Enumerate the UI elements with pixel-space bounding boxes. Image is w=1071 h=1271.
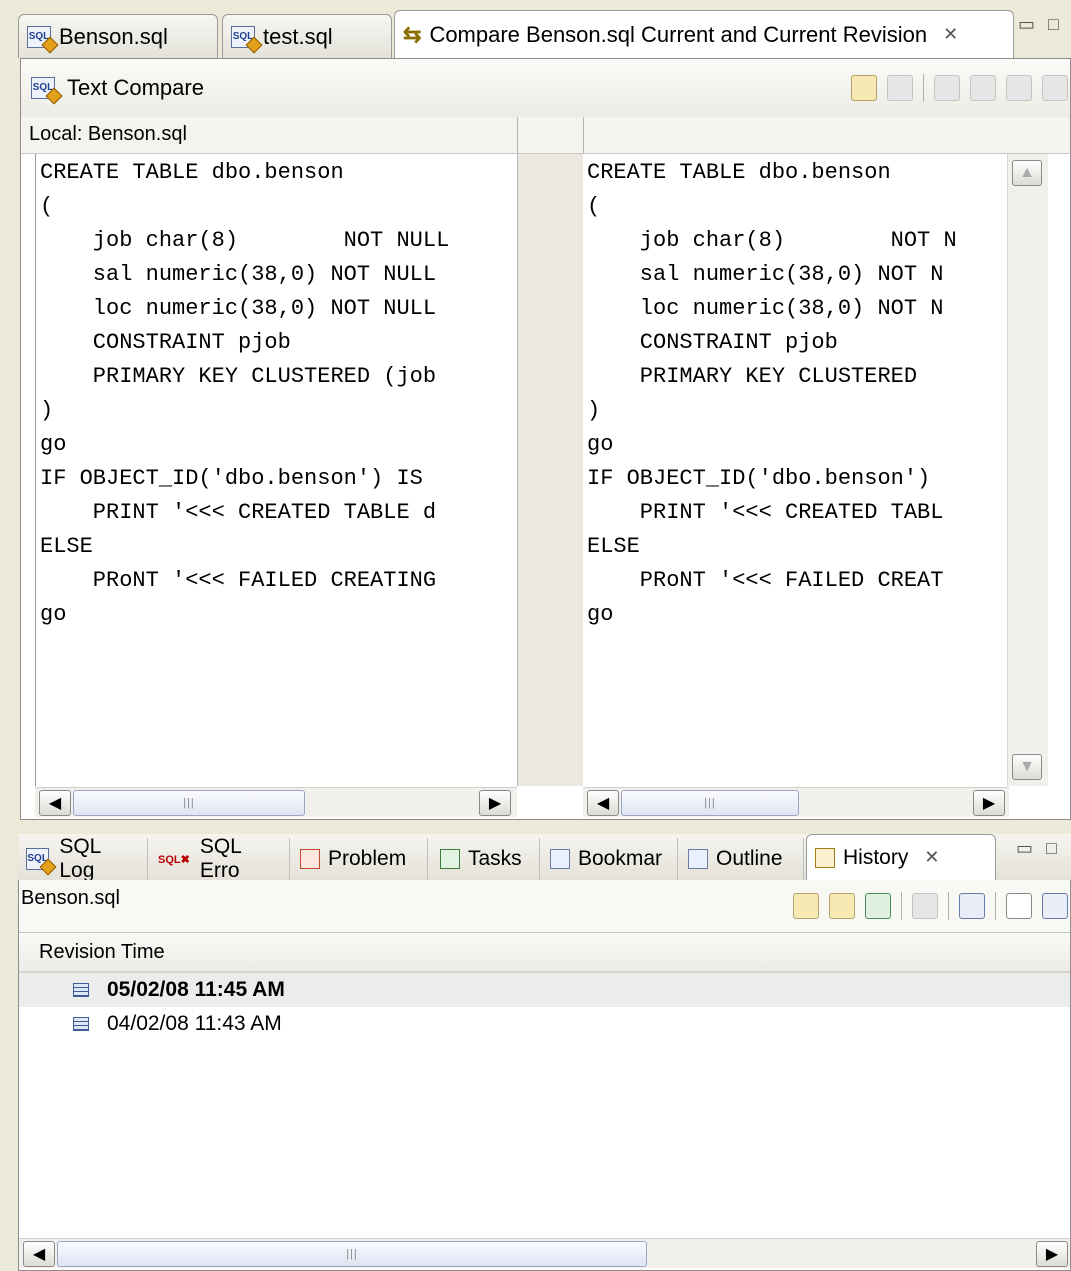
problems-icon [300,849,320,869]
maximize-icon[interactable]: □ [1048,14,1059,35]
history-row[interactable]: 04/02/08 11:43 AM [19,1007,1070,1041]
previous-change-icon[interactable] [1042,75,1068,101]
toolbar-separator [995,892,996,920]
toolbar-separator [901,892,902,920]
toolbar-separator [948,892,949,920]
close-icon[interactable]: ✕ [943,24,958,45]
bookmarks-icon [550,849,570,869]
minimize-icon[interactable]: ▭ [1018,14,1035,35]
left-pane-header: Local: Benson.sql [29,123,187,145]
revision-time: 04/02/08 11:43 AM [107,1012,282,1035]
scroll-thumb[interactable]: ||| [73,789,305,816]
scroll-left-button[interactable]: ◀ [39,789,71,816]
minimize-icon[interactable]: ▭ [1016,838,1033,859]
scroll-right-button[interactable]: ▶ [479,789,511,816]
link-with-editor-icon[interactable] [829,893,855,919]
scroll-right-button[interactable]: ▶ [973,789,1005,816]
copy-all-from-right-icon[interactable] [851,75,877,101]
tab-compare[interactable]: ⇆ Compare Benson.sql Current and Current… [394,10,1014,58]
next-change-icon[interactable] [1006,75,1032,101]
history-row[interactable]: 05/02/08 11:45 AM [19,973,1070,1007]
compare-header-row: Local: Benson.sql [21,117,1070,154]
compare-toolbar: SQL Text Compare [21,59,1070,118]
text-compare-panel: SQL Text Compare Local: Benson.sql CREAT… [20,58,1071,820]
previous-difference-icon[interactable] [970,75,996,101]
history-horizontal-scrollbar[interactable]: ◀ ||| ▶ [19,1238,1070,1268]
copy-current-change-icon[interactable] [887,75,913,101]
tab-label: Tasks [468,847,522,870]
scroll-down-button[interactable]: ▼ [1012,754,1042,780]
tab-sql-error[interactable]: SQL✖ SQL Erro [150,835,290,882]
history-file-label: Benson.sql [21,886,120,909]
compare-mode-icon[interactable] [912,893,938,919]
tab-test-sql[interactable]: SQL test.sql [222,14,392,58]
tab-label: Problem [328,847,407,870]
scroll-thumb[interactable]: ||| [57,1240,647,1267]
sql-log-icon: SQL [26,848,50,870]
scroll-thumb[interactable]: ||| [621,789,799,816]
history-panel: Benson.sql Revision Time 05/02/08 11:45 … [18,880,1071,1271]
vertical-scrollbar[interactable]: ▲ ▼ [1007,154,1048,786]
maximize-icon[interactable]: □ [1046,838,1057,859]
right-code-pane[interactable]: CREATE TABLE dbo.benson ( job char(8) NO… [583,154,1007,786]
column-header-label: Revision Time [39,940,165,963]
sql-error-icon: SQL✖ [158,853,190,866]
compare-mode-toggle-icon[interactable] [1042,893,1068,919]
tasks-icon [440,849,460,869]
sql-file-icon: SQL [231,25,255,48]
pin-icon[interactable] [865,893,891,919]
group-by-date-icon[interactable] [959,893,985,919]
tab-problems[interactable]: Problem [292,838,428,880]
sql-file-icon: SQL [27,25,51,48]
tab-label: Benson.sql [59,23,168,49]
outline-icon [688,849,708,869]
view-tab-bar: SQL SQL Log SQL✖ SQL Erro Problem Tasks … [18,834,1071,882]
tab-tasks[interactable]: Tasks [432,838,540,880]
next-difference-icon[interactable] [934,75,960,101]
left-code-text: CREATE TABLE dbo.benson ( job char(8) NO… [40,160,450,627]
editor-tab-bar: SQL Benson.sql SQL test.sql ⇆ Compare Be… [18,8,1071,58]
compare-title: Text Compare [67,75,204,100]
revision-icon [73,1017,89,1031]
tab-label: test.sql [263,23,333,49]
diff-gutter [517,154,585,786]
tab-label: SQL Log [59,835,101,882]
toolbar-separator [923,74,924,102]
tab-history[interactable]: History ✕ [806,834,996,880]
right-horizontal-scrollbar[interactable]: ◀ ||| ▶ [583,787,1009,817]
scroll-left-button[interactable]: ◀ [587,789,619,816]
revision-time: 05/02/08 11:45 AM [107,978,285,1001]
tab-label: Bookmar [578,847,663,870]
close-icon[interactable]: ✕ [924,847,939,868]
right-code-text: CREATE TABLE dbo.benson ( job char(8) NO… [587,160,957,627]
tab-label: History [843,845,909,869]
tab-benson-sql[interactable]: SQL Benson.sql [18,14,218,58]
tab-label: Outline [716,847,783,870]
sql-file-icon: SQL [31,77,55,99]
tab-sql-log[interactable]: SQL SQL Log [18,835,148,882]
scroll-left-button[interactable]: ◀ [23,1240,55,1267]
left-code-pane[interactable]: CREATE TABLE dbo.benson ( job char(8) NO… [35,154,518,786]
refresh-icon[interactable] [793,893,819,919]
tab-outline[interactable]: Outline [680,838,804,880]
tab-bookmarks[interactable]: Bookmar [542,838,678,880]
revision-icon [73,983,89,997]
revision-column-header[interactable]: Revision Time [19,933,1070,973]
tab-label: SQL Erro [199,835,242,882]
history-toolbar: Benson.sql [19,880,1070,933]
scroll-up-button[interactable]: ▲ [1012,160,1042,186]
tab-label: Compare Benson.sql Current and Current R… [429,21,928,47]
compare-icon: ⇆ [403,21,422,47]
left-horizontal-scrollbar[interactable]: ◀ ||| ▶ [35,787,517,817]
scroll-right-button[interactable]: ▶ [1036,1240,1068,1267]
collapse-all-icon[interactable] [1006,893,1032,919]
history-icon [815,847,835,868]
